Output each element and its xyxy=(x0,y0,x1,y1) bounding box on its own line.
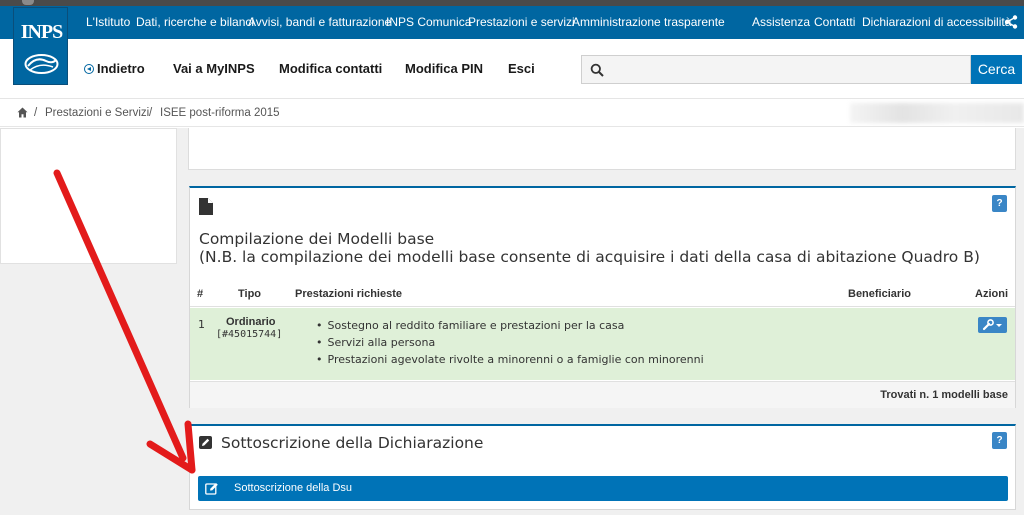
topnav-link-trasparente[interactable]: Amministrazione trasparente xyxy=(572,15,725,29)
topnav-link-accessibilita[interactable]: Dichiarazioni di accessibilità xyxy=(862,15,1011,29)
col-num: # xyxy=(197,288,204,300)
topnav-link-prestazioni[interactable]: Prestazioni e servizi xyxy=(468,15,575,29)
pencil-icon xyxy=(205,483,218,495)
myinps-link[interactable]: Vai a MyINPS xyxy=(173,61,255,76)
col-tipo: Tipo xyxy=(238,288,262,300)
row-id: [#45015744] xyxy=(216,329,283,340)
logo-emblem-icon xyxy=(24,54,59,74)
modelli-base-panel: ? Compilazione dei Modelli base (N.B. la… xyxy=(189,186,1016,408)
back-link[interactable]: Indietro xyxy=(84,61,145,76)
breadcrumb-separator: / xyxy=(34,107,38,119)
sottoscrizione-dsu-button[interactable]: Sottoscrizione della Dsu xyxy=(198,476,1008,501)
search-input[interactable] xyxy=(581,55,971,84)
breadcrumb-separator: / xyxy=(149,107,153,119)
list-item: Servizi alla persona xyxy=(316,334,704,351)
topnav-link-assistenza[interactable]: Assistenza xyxy=(752,15,810,29)
wrench-icon xyxy=(982,319,994,331)
top-navigation: L'Istituto Dati, ricerche e bilanci Avvi… xyxy=(0,6,1024,39)
breadcrumb-item-prestazioni[interactable]: Prestazioni e Servizi xyxy=(45,107,149,119)
blurred-area xyxy=(850,103,1024,123)
help-button-sottoscrizione[interactable]: ? xyxy=(992,432,1007,449)
back-label: Indietro xyxy=(97,61,145,76)
col-azioni: Azioni xyxy=(975,288,1008,300)
dsu-button-label: Sottoscrizione della Dsu xyxy=(234,482,353,494)
topnav-link-avvisi[interactable]: Avvisi, bandi e fatturazione xyxy=(248,15,391,29)
sottoscrizione-panel: Sottoscrizione della Dichiarazione ? Sot… xyxy=(189,424,1016,510)
col-beneficiario: Beneficiario xyxy=(848,288,911,300)
table-row: 1 Ordinario [#45015744] Sostegno al redd… xyxy=(190,308,1015,380)
panel-title: Sottoscrizione della Dichiarazione xyxy=(221,434,484,452)
list-item: Sostegno al reddito familiare e prestazi… xyxy=(316,317,704,334)
caret-down-icon xyxy=(996,324,1002,327)
logo-text: INPS xyxy=(20,21,64,43)
topnav-link-comunica[interactable]: INPS Comunica xyxy=(386,15,471,29)
sidebar-panel xyxy=(0,128,177,264)
esci-link[interactable]: Esci xyxy=(508,61,535,76)
previous-panel-bottom xyxy=(188,128,1016,170)
search-icon xyxy=(590,63,604,77)
list-item: Prestazioni agevolate rivolte a minorenn… xyxy=(316,351,704,368)
row-tipo: Ordinario xyxy=(226,316,276,328)
window-tab-notch xyxy=(22,0,34,5)
breadcrumb-item-isee: ISEE post-riforma 2015 xyxy=(160,107,280,119)
share-icon[interactable] xyxy=(1003,14,1019,30)
col-prestazioni: Prestazioni richieste xyxy=(295,288,402,300)
secondary-navigation: Indietro Vai a MyINPS Modifica contatti … xyxy=(0,39,1024,99)
prestazioni-list: Sostegno al reddito familiare e prestazi… xyxy=(316,317,704,368)
home-icon[interactable] xyxy=(17,107,28,118)
document-icon xyxy=(199,198,213,215)
results-count: Trovati n. 1 modelli base xyxy=(880,389,1008,401)
table-header: # Tipo Prestazioni richieste Beneficiari… xyxy=(190,283,1015,307)
inps-logo[interactable]: INPS xyxy=(13,7,68,85)
search-button[interactable]: Cerca xyxy=(971,55,1022,84)
topnav-link-dati[interactable]: Dati, ricerche e bilanci xyxy=(136,15,254,29)
panel-subtitle: (N.B. la compilazione dei modelli base c… xyxy=(199,248,980,266)
edit-icon xyxy=(199,436,212,449)
table-footer: Trovati n. 1 modelli base xyxy=(190,381,1015,408)
row-number: 1 xyxy=(198,318,205,331)
actions-dropdown-button[interactable] xyxy=(978,317,1007,333)
back-icon xyxy=(84,64,94,74)
topnav-link-contatti[interactable]: Contatti xyxy=(814,15,855,29)
topnav-link-istituto[interactable]: L'Istituto xyxy=(86,15,130,29)
help-button-modelli[interactable]: ? xyxy=(992,195,1007,212)
panel-title: Compilazione dei Modelli base xyxy=(199,230,435,248)
modifica-pin-link[interactable]: Modifica PIN xyxy=(405,61,483,76)
modifica-contatti-link[interactable]: Modifica contatti xyxy=(279,61,382,76)
